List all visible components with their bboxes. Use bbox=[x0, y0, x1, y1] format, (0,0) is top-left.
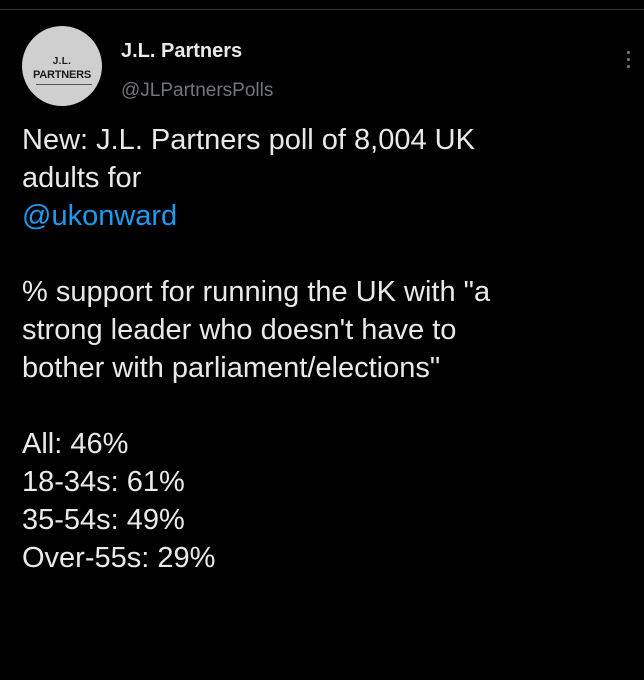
stat-line: All: 46% bbox=[22, 428, 129, 460]
more-options-button[interactable] bbox=[618, 42, 638, 76]
avatar-logo-underline bbox=[36, 84, 92, 85]
top-divider bbox=[0, 9, 644, 10]
avatar-logo-line1: J.L. bbox=[52, 56, 72, 67]
more-options-icon bbox=[626, 50, 630, 54]
author-display-name[interactable]: J.L. Partners bbox=[121, 40, 242, 63]
tweet-line: bother with parliament/elections" bbox=[22, 352, 441, 384]
tweet-header: J.L. PARTNERS J.L. Partners @JLPartnersP… bbox=[22, 26, 630, 106]
more-options-icon-dot bbox=[626, 57, 630, 61]
avatar[interactable]: J.L. PARTNERS bbox=[22, 26, 102, 106]
mention-link[interactable]: @ukonward bbox=[22, 197, 632, 235]
tweet-line: New: J.L. Partners poll of 8,004 UK bbox=[22, 124, 475, 156]
stat-line: Over-55s: 29% bbox=[22, 542, 216, 574]
avatar-logo-line2: PARTNERS bbox=[32, 69, 92, 81]
author-handle[interactable]: @JLPartnersPolls bbox=[121, 80, 273, 102]
stat-line: 18-34s: 61% bbox=[22, 466, 185, 498]
tweet-line: strong leader who doesn't have to bbox=[22, 314, 457, 346]
more-options-icon-dot bbox=[626, 64, 630, 68]
tweet-text: New: J.L. Partners poll of 8,004 UK adul… bbox=[22, 121, 632, 577]
tweet-line: % support for running the UK with "a bbox=[22, 276, 491, 308]
tweet-line: adults for bbox=[22, 162, 142, 194]
stat-line: 35-54s: 49% bbox=[22, 504, 185, 536]
